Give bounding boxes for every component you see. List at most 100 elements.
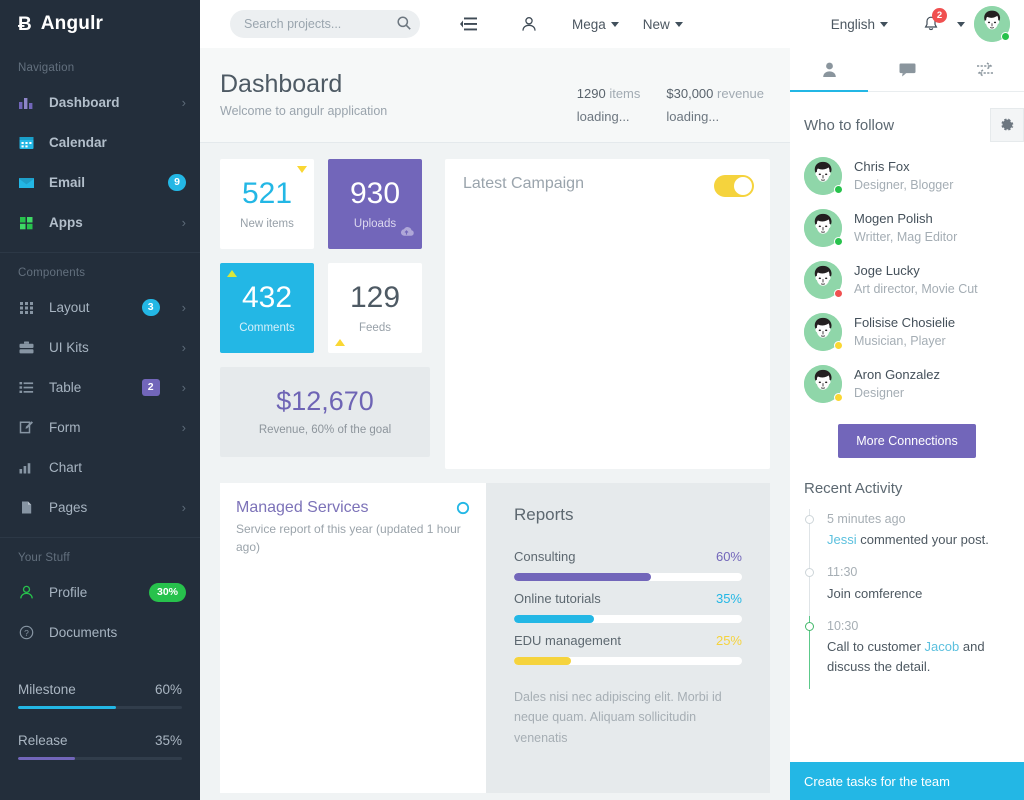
sidebar-item-profile[interactable]: Profile 30% (0, 572, 200, 612)
person-role: Writter, Mag Editor (854, 230, 958, 245)
tab-messages[interactable] (868, 48, 946, 91)
chevron-down-icon (674, 21, 683, 27)
sidebar-item-apps[interactable]: Apps › (0, 202, 200, 242)
dots-grid-icon (18, 299, 35, 316)
list-icon (18, 379, 35, 396)
list-item[interactable]: Joge Lucky Art director, Movie Cut (790, 254, 1024, 306)
stat-tile-label: Comments (239, 321, 295, 334)
list-item[interactable]: 11:30 Join comference (804, 562, 1010, 616)
status-dot (834, 185, 843, 194)
center-column: Dashboard Welcome to angulr application … (200, 48, 790, 800)
activity-time: 5 minutes ago (827, 512, 906, 526)
chevron-right-icon: › (181, 214, 186, 230)
list-collapse-icon[interactable] (452, 7, 486, 41)
sidebar-item-chart[interactable]: Chart (0, 447, 200, 487)
create-tasks-bar[interactable]: Create tasks for the team (790, 762, 1024, 800)
sidebar-item-calendar[interactable]: Calendar (0, 122, 200, 162)
header-stat-revenue-unit: revenue (717, 86, 764, 101)
timeline-rail (804, 509, 815, 563)
mega-menu-label: Mega (572, 16, 606, 32)
calendar-icon (18, 134, 35, 151)
report-bar-track (514, 573, 742, 581)
reports-card: Reports Consulting 60% Online tutorials … (486, 483, 770, 793)
chevron-right-icon: › (181, 499, 186, 515)
header-stat-items-value: 1290 (576, 86, 606, 101)
stat-tile-uploads[interactable]: 930 Uploads (328, 159, 422, 249)
stat-tile-feeds[interactable]: 129 Feeds (328, 263, 422, 353)
list-item[interactable]: Aron Gonzalez Designer (790, 358, 1024, 410)
list-item-text: Joge Lucky Art director, Movie Cut (854, 262, 978, 299)
sidebar-item-documents[interactable]: ? Documents (0, 612, 200, 652)
stat-tile-new-items[interactable]: 521 New items (220, 159, 314, 249)
sidebar-item-layout[interactable]: Layout 3 › (0, 287, 200, 327)
list-item[interactable]: Chris Fox Designer, Blogger (790, 150, 1024, 202)
person-role: Art director, Movie Cut (854, 282, 978, 297)
language-selector[interactable]: English (819, 0, 900, 48)
search-input[interactable] (230, 10, 420, 38)
report-bar-fill (514, 657, 571, 665)
list-item[interactable]: 5 minutes ago Jessi commented your post. (804, 509, 1010, 563)
new-menu-button[interactable]: New (631, 0, 695, 48)
report-bar-fill (514, 615, 594, 623)
sidebar-item-table[interactable]: Table 2 › (0, 367, 200, 407)
more-connections-button[interactable]: More Connections (838, 424, 976, 458)
notifications-button[interactable]: 2 (914, 7, 948, 41)
svg-text:?: ? (24, 628, 29, 638)
list-item[interactable]: 10:30 Call to customer Jacob and discuss… (804, 615, 1010, 690)
page-subtitle: Welcome to angulr application (220, 103, 388, 118)
sidebar-item-ui-kits[interactable]: UI Kits › (0, 327, 200, 367)
person-name: Chris Fox (854, 158, 910, 174)
triangle-up-icon (335, 339, 345, 346)
stats-and-campaign: 521 New items 930 Uploads 432 Comments 1… (200, 143, 790, 469)
report-value: 35% (715, 591, 742, 606)
managed-services-card: Managed Services Service report of this … (220, 483, 486, 793)
envelope-icon (18, 174, 35, 191)
edit-square-icon (18, 419, 35, 436)
report-bar-track (514, 615, 742, 623)
nav-section-components-title: Components (18, 267, 86, 279)
status-dot (834, 341, 843, 350)
sidebar-item-label: Profile (49, 584, 88, 600)
sidebar-item-form[interactable]: Form › (0, 407, 200, 447)
brand-logo[interactable]: Ƀ Angulr (0, 0, 200, 48)
list-item-text: Folisise Chosielie Musician, Player (854, 314, 955, 351)
user-menu-caret[interactable] (948, 7, 974, 41)
report-label: EDU management (514, 633, 621, 648)
list-item-text: Chris Fox Designer, Blogger (854, 158, 953, 195)
avatar[interactable] (974, 6, 1010, 42)
loading-circle-icon (456, 501, 470, 520)
status-dot (834, 393, 843, 402)
user-icon[interactable] (512, 7, 546, 41)
list-item[interactable]: Mogen Polish Writter, Mag Editor (790, 202, 1024, 254)
sidebar-item-email[interactable]: Email 9 (0, 162, 200, 202)
brand-mark-icon: Ƀ (18, 13, 32, 35)
header-stats: 1290 items loading... $30,000 revenue lo… (577, 70, 764, 124)
reports-title: Reports (514, 505, 574, 524)
list-item-text: Aron Gonzalez Designer (854, 366, 940, 403)
activity-link[interactable]: Jessi (827, 532, 857, 547)
sidebar-item-dashboard[interactable]: Dashboard › (0, 82, 200, 122)
sidebar-badge-table: 2 (141, 378, 160, 396)
sidebar-item-pages[interactable]: Pages › (0, 487, 200, 527)
campaign-toggle[interactable] (714, 175, 754, 197)
gear-icon[interactable] (990, 108, 1024, 142)
chevron-right-icon: › (181, 379, 186, 395)
sidebar-item-label: Form (49, 419, 81, 435)
reports-note: Dales nisi nec adipiscing elit. Morbi id… (514, 690, 722, 745)
who-to-follow-title: Who to follow (804, 116, 895, 134)
sidebar-item-label: Email (49, 174, 86, 190)
tab-people[interactable] (790, 48, 868, 92)
header-stat-items-unit: items (609, 86, 641, 101)
list-item[interactable]: Folisise Chosielie Musician, Player (790, 306, 1024, 358)
revenue-amount: $12,670 (276, 386, 374, 416)
person-name: Aron Gonzalez (854, 366, 940, 382)
mega-menu-button[interactable]: Mega (560, 0, 631, 48)
activity-text: Join comference (827, 585, 923, 601)
tab-exchange[interactable] (946, 48, 1024, 91)
release-meter: Release 35% (0, 709, 200, 760)
search-button[interactable] (394, 14, 414, 34)
activity-link[interactable]: Jacob (925, 639, 960, 654)
search-box[interactable] (230, 10, 420, 38)
stat-tile-comments[interactable]: 432 Comments (220, 263, 314, 353)
report-label: Online tutorials (514, 591, 601, 606)
